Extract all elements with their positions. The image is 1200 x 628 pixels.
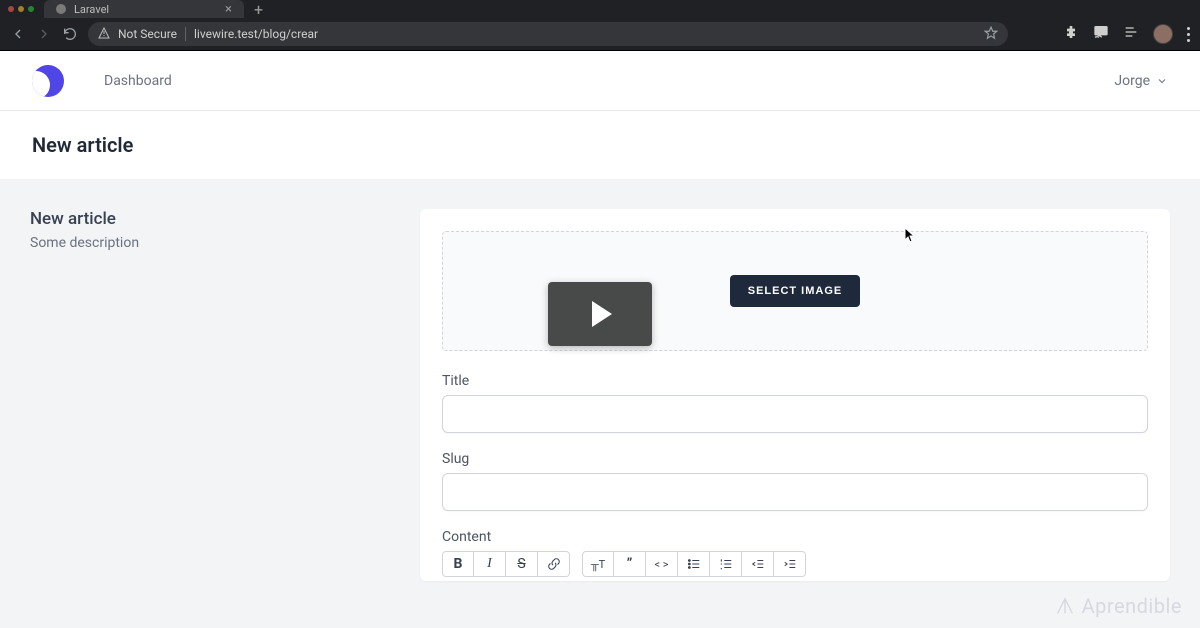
close-window-icon[interactable] bbox=[8, 6, 14, 12]
tab-favicon-icon bbox=[56, 4, 66, 14]
content-field: Content B I S ╥T ” < > bbox=[442, 529, 1148, 577]
watermark: Aprendible bbox=[1054, 594, 1182, 618]
watermark-icon bbox=[1054, 595, 1076, 617]
watermark-text: Aprendible bbox=[1082, 594, 1182, 618]
user-name: Jorge bbox=[1114, 73, 1150, 89]
main-content: New article Some description SELECT IMAG… bbox=[0, 179, 1200, 611]
chevron-down-icon bbox=[1156, 75, 1168, 87]
nav-dashboard[interactable]: Dashboard bbox=[104, 73, 172, 89]
minimize-window-icon[interactable] bbox=[18, 6, 24, 12]
browser-chrome: Laravel × + Not Secure livewire.test/blo… bbox=[0, 0, 1200, 51]
section-heading: New article bbox=[30, 209, 390, 229]
url-text: livewire.test/blog/crear bbox=[194, 27, 318, 41]
bookmark-icon[interactable] bbox=[984, 26, 998, 43]
window-controls[interactable] bbox=[8, 6, 34, 12]
slug-label: Slug bbox=[442, 451, 1148, 467]
page-header: New article bbox=[0, 111, 1200, 179]
address-separator bbox=[185, 27, 186, 41]
extensions-icon[interactable] bbox=[1063, 24, 1079, 44]
content-label: Content bbox=[442, 529, 1148, 545]
new-tab-button[interactable]: + bbox=[244, 0, 273, 19]
address-bar[interactable]: Not Secure livewire.test/blog/crear bbox=[88, 22, 1008, 46]
app-navbar: Dashboard Jorge bbox=[0, 51, 1200, 111]
browser-menu-icon[interactable] bbox=[1187, 27, 1190, 42]
editor-bold-button[interactable]: B bbox=[442, 551, 474, 577]
page-title: New article bbox=[32, 133, 1168, 157]
browser-actions bbox=[1063, 24, 1190, 44]
security-label: Not Secure bbox=[118, 27, 177, 41]
editor-toolbar: B I S ╥T ” < > bbox=[442, 551, 1148, 577]
editor-italic-button[interactable]: I bbox=[474, 551, 506, 577]
select-image-button[interactable]: SELECT IMAGE bbox=[730, 275, 861, 307]
editor-strike-button[interactable]: S bbox=[506, 551, 538, 577]
editor-heading-button[interactable]: ╥T bbox=[582, 551, 614, 577]
video-play-button[interactable] bbox=[548, 282, 652, 346]
title-input[interactable] bbox=[442, 395, 1148, 433]
form-card: SELECT IMAGE Title Slug Content B I S bbox=[420, 209, 1170, 581]
editor-outdent-button[interactable] bbox=[742, 551, 774, 577]
slug-input[interactable] bbox=[442, 473, 1148, 511]
maximize-window-icon[interactable] bbox=[28, 6, 34, 12]
editor-bullet-list-button[interactable] bbox=[678, 551, 710, 577]
title-label: Title bbox=[442, 373, 1148, 389]
reload-button[interactable] bbox=[62, 26, 78, 42]
tab-title: Laravel bbox=[74, 3, 109, 16]
section-sidebar: New article Some description bbox=[30, 209, 390, 581]
editor-code-button[interactable]: < > bbox=[646, 551, 678, 577]
media-icon[interactable] bbox=[1123, 24, 1139, 44]
title-field: Title bbox=[442, 373, 1148, 433]
slug-field: Slug bbox=[442, 451, 1148, 511]
editor-indent-button[interactable] bbox=[774, 551, 806, 577]
mouse-cursor-icon bbox=[905, 228, 917, 244]
user-menu[interactable]: Jorge bbox=[1114, 73, 1168, 89]
not-secure-icon bbox=[98, 27, 110, 42]
browser-toolbar: Not Secure livewire.test/blog/crear bbox=[0, 18, 1200, 51]
close-tab-icon[interactable]: × bbox=[225, 2, 232, 17]
profile-avatar[interactable] bbox=[1153, 24, 1173, 44]
editor-link-button[interactable] bbox=[538, 551, 570, 577]
cast-icon[interactable] bbox=[1093, 24, 1109, 44]
app-logo-icon[interactable] bbox=[32, 65, 64, 97]
browser-tab[interactable]: Laravel × bbox=[44, 0, 244, 18]
editor-number-list-button[interactable] bbox=[710, 551, 742, 577]
back-button[interactable] bbox=[10, 26, 26, 42]
forward-button[interactable] bbox=[36, 26, 52, 42]
editor-quote-button[interactable]: ” bbox=[614, 551, 646, 577]
browser-tabs: Laravel × + bbox=[0, 0, 1200, 18]
section-description: Some description bbox=[30, 235, 390, 251]
